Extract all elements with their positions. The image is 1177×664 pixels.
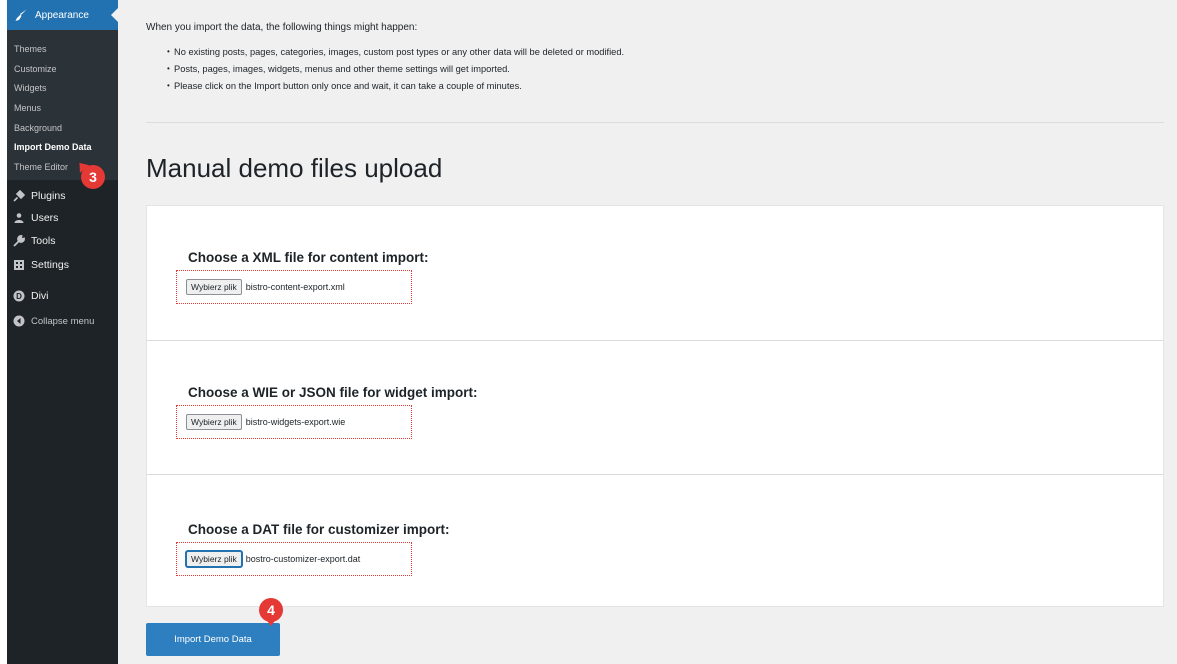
submenu-customize[interactable]: Customize <box>14 64 57 74</box>
import-intro-text: When you import the data, the following … <box>146 22 418 33</box>
submenu-theme-editor[interactable]: Theme Editor <box>14 162 68 172</box>
widget-import-title: Choose a WIE or JSON file for widget imp… <box>188 385 478 400</box>
menu-plugins-label: Plugins <box>31 190 66 202</box>
choose-file-button[interactable]: Wybierz plik <box>186 414 242 430</box>
appearance-submenu: Themes Customize Widgets Menus Backgroun… <box>7 30 118 180</box>
widget-file-input[interactable]: Wybierz plik bistro-widgets-export.wie <box>176 405 412 439</box>
menu-settings-label: Settings <box>31 259 69 271</box>
admin-sidebar: Appearance Themes Customize Widgets Menu… <box>7 0 119 664</box>
selected-file-name: bistro-widgets-export.wie <box>245 417 346 427</box>
step-marker-3: 3 <box>81 165 105 189</box>
customizer-file-input[interactable]: Wybierz plik bostro-customizer-export.da… <box>176 542 412 576</box>
menu-users-label: Users <box>31 212 59 224</box>
menu-divi-label: Divi <box>31 290 49 302</box>
wrench-icon <box>13 235 25 247</box>
submenu-themes[interactable]: Themes <box>14 44 47 54</box>
list-item: Posts, pages, images, widgets, menus and… <box>167 64 624 81</box>
users-icon <box>13 212 25 224</box>
step-marker-4: 4 <box>259 598 283 626</box>
selected-file-name: bistro-content-export.xml <box>245 282 345 292</box>
menu-plugins[interactable]: Plugins <box>13 190 65 202</box>
manual-upload-panel: Choose a XML file for content import: Wy… <box>146 205 1164 607</box>
customizer-import-row: Choose a DAT file for customizer import:… <box>147 474 1163 608</box>
list-item: Please click on the Import button only o… <box>167 81 624 98</box>
collapse-menu-button[interactable]: Collapse menu <box>13 315 94 327</box>
main-content: When you import the data, the following … <box>118 0 1177 664</box>
menu-tools-label: Tools <box>31 235 56 247</box>
menu-divi[interactable]: D Divi <box>13 290 49 302</box>
choose-file-button[interactable]: Wybierz plik <box>186 279 242 295</box>
submenu-import-demo-data[interactable]: Import Demo Data <box>14 142 92 152</box>
menu-settings[interactable]: Settings <box>13 259 69 271</box>
menu-appearance-label: Appearance <box>35 9 89 21</box>
submenu-menus[interactable]: Menus <box>14 103 41 113</box>
divi-icon: D <box>13 290 25 302</box>
content-file-input[interactable]: Wybierz plik bistro-content-export.xml <box>176 270 412 304</box>
settings-icon <box>13 259 25 271</box>
plug-icon <box>13 190 25 202</box>
content-import-title: Choose a XML file for content import: <box>188 250 429 265</box>
submenu-background[interactable]: Background <box>14 123 62 133</box>
selected-file-name: bostro-customizer-export.dat <box>245 554 361 564</box>
menu-users[interactable]: Users <box>13 212 58 224</box>
customizer-import-title: Choose a DAT file for customizer import: <box>188 522 450 537</box>
svg-text:D: D <box>16 292 22 301</box>
paintbrush-icon <box>14 8 28 22</box>
divider <box>146 122 1164 123</box>
import-notes-list: No existing posts, pages, categories, im… <box>167 47 624 98</box>
content-import-row: Choose a XML file for content import: Wy… <box>147 206 1163 340</box>
collapse-icon <box>13 315 25 327</box>
menu-appearance[interactable]: Appearance <box>7 0 119 30</box>
section-title: Manual demo files upload <box>146 153 443 183</box>
import-demo-data-button[interactable]: Import Demo Data <box>146 623 280 656</box>
choose-file-button[interactable]: Wybierz plik <box>186 551 242 567</box>
submenu-widgets[interactable]: Widgets <box>14 83 47 93</box>
list-item: No existing posts, pages, categories, im… <box>167 47 624 64</box>
widget-import-row: Choose a WIE or JSON file for widget imp… <box>147 340 1163 474</box>
menu-tools[interactable]: Tools <box>13 235 56 247</box>
collapse-menu-label: Collapse menu <box>31 315 95 327</box>
